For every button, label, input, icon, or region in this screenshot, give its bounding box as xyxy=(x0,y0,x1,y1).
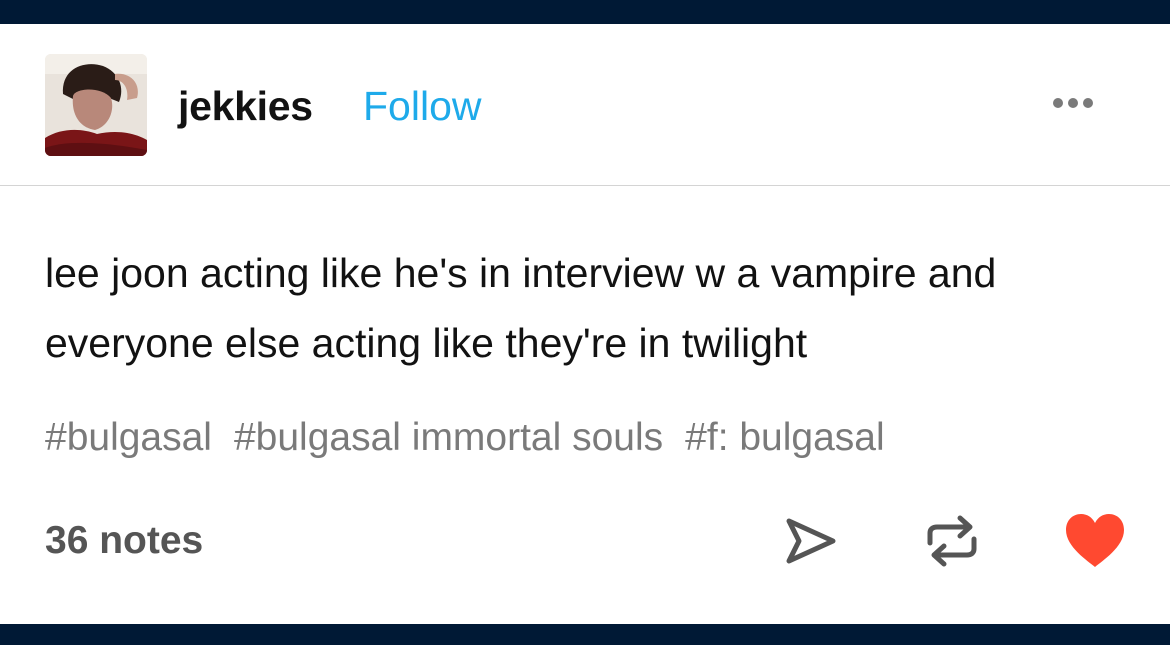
post-header: jekkies Follow xyxy=(0,24,1170,186)
heart-icon xyxy=(1066,514,1124,567)
share-send-icon xyxy=(786,518,836,564)
reblog-icon xyxy=(927,515,977,567)
like-button[interactable] xyxy=(1064,513,1126,569)
notes-count[interactable]: 36 notes xyxy=(45,519,203,563)
more-horizontal-icon xyxy=(1053,98,1063,108)
reblog-button[interactable] xyxy=(924,513,980,569)
avatar[interactable] xyxy=(45,54,147,156)
post-body-text: lee joon acting like he's in interview w… xyxy=(45,250,997,366)
bottom-frame-bar xyxy=(0,624,1170,645)
more-options-button[interactable] xyxy=(1040,88,1106,118)
avatar-image xyxy=(45,54,147,156)
post-card: jekkies Follow lee joon acting like he's… xyxy=(0,24,1170,624)
follow-button[interactable]: Follow xyxy=(363,84,481,128)
share-button[interactable] xyxy=(784,515,838,567)
username[interactable]: jekkies xyxy=(178,84,313,128)
more-horizontal-icon xyxy=(1068,98,1078,108)
tag-list: #bulgasal #bulgasal immortal souls #f: bul… xyxy=(45,416,1145,460)
tag-link[interactable]: #bulgasal xyxy=(45,416,212,459)
more-horizontal-icon xyxy=(1083,98,1093,108)
tag-link[interactable]: #bulgasal immortal souls xyxy=(234,416,663,459)
tag-link[interactable]: #f: bulgasal xyxy=(685,416,884,459)
top-frame-bar xyxy=(0,0,1170,24)
